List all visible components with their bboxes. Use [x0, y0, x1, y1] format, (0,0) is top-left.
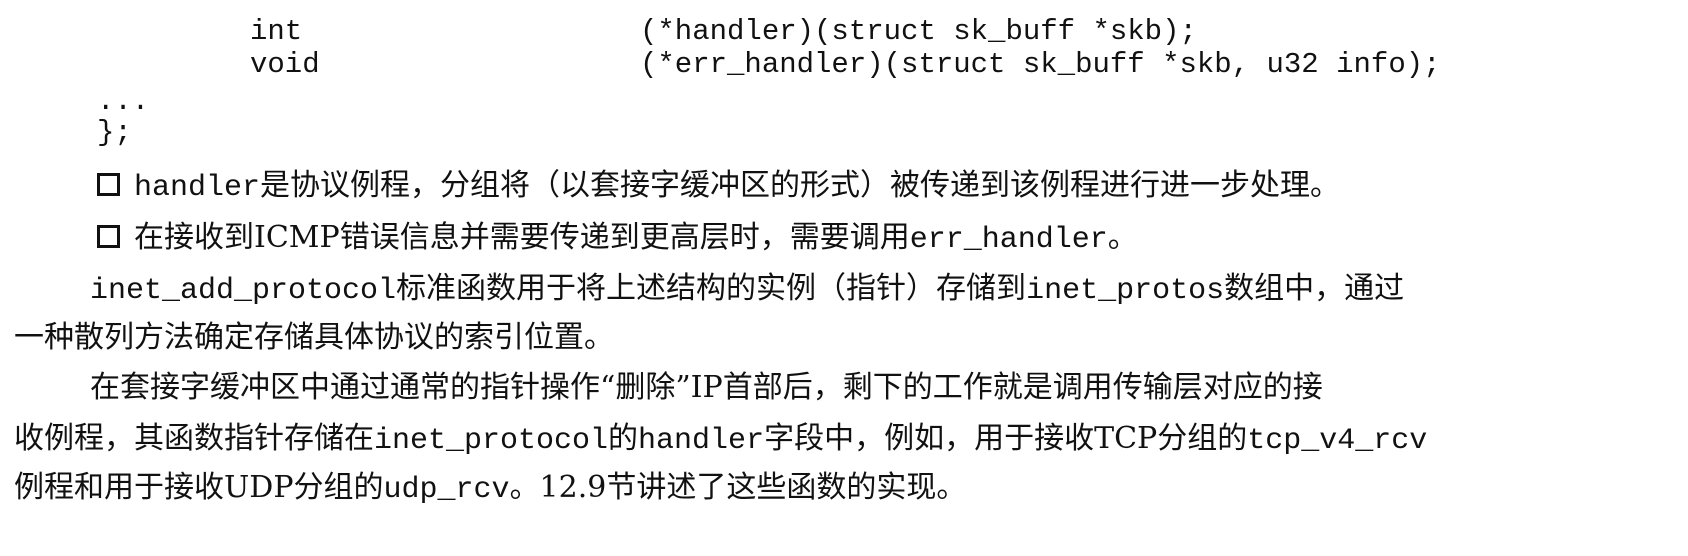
code-handler-declaration: (*handler)(struct sk_buff *skb); [640, 15, 1197, 48]
bullet-item-err-handler: 在接收到ICMP错误信息并需要传递到更高层时，需要调用err_handler。 [97, 218, 1138, 260]
code-type-int: int [250, 15, 303, 48]
paragraph2-line3: 例程和用于接收UDP分组的udp_rcv。12.9节讲述了这些函数的实现。 [14, 468, 966, 510]
paragraph1-line2: 一种散列方法确定存储具体协议的索引位置。 [14, 320, 614, 355]
paragraph-text: 。12.9节讲述了这些函数的实现。 [509, 470, 967, 505]
inline-code-err-handler: err_handler [909, 223, 1108, 257]
code-closing-brace: }; [97, 116, 132, 149]
inline-code-tcp-v4-rcv: tcp_v4_rcv [1247, 424, 1428, 458]
bullet-text: 在接收到ICMP错误信息并需要传递到更高层时，需要调用 [134, 220, 910, 255]
bullet-text-end: 。 [1107, 220, 1138, 255]
paragraph2-line1: 在套接字缓冲区中通过通常的指针操作“删除”IP首部后，剩下的工作就是调用传输层对… [90, 370, 1323, 405]
inline-code-inet-protocol: inet_protocol [374, 424, 609, 458]
bullet-item-handler: handler是协议例程，分组将（以套接字缓冲区的形式）被传递到该例程进行进一步… [97, 166, 1340, 208]
checkbox-bullet-icon [97, 173, 120, 196]
paragraph-text: 收例程，其函数指针存储在 [14, 421, 374, 456]
code-err-handler-declaration: (*err_handler)(struct sk_buff *skb, u32 … [640, 48, 1441, 81]
inline-code-handler: handler [638, 424, 765, 458]
paragraph-text: 数组中，通过 [1224, 271, 1405, 306]
bullet-text: 是协议例程，分组将（以套接字缓冲区的形式）被传递到该例程进行进一步处理。 [260, 168, 1341, 203]
paragraph-text: 的 [608, 421, 639, 456]
inline-code-udp-rcv: udp_rcv [383, 473, 510, 507]
paragraph1-line1: inet_add_protocol标准函数用于将上述结构的实例（指针）存储到in… [90, 269, 1404, 311]
code-type-void: void [250, 48, 320, 81]
paragraph-text: 标准函数用于将上述结构的实例（指针）存储到 [396, 271, 1027, 306]
paragraph-text: 字段中，例如，用于接收TCP分组的 [764, 421, 1248, 456]
checkbox-bullet-icon [97, 225, 120, 248]
inline-code-inet-protos: inet_protos [1026, 274, 1225, 308]
paragraph-text: 例程和用于接收UDP分组的 [14, 470, 384, 505]
paragraph2-line2: 收例程，其函数指针存储在inet_protocol的handler字段中，例如，… [14, 419, 1427, 461]
inline-code-handler: handler [134, 171, 261, 205]
inline-code-inet-add-protocol: inet_add_protocol [90, 274, 397, 308]
